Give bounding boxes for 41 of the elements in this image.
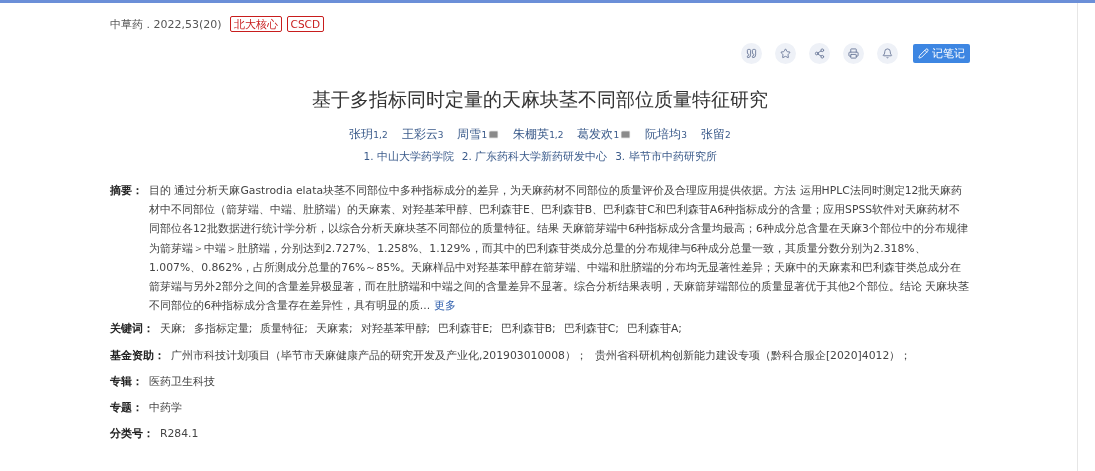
affiliation-link[interactable]: 2. 广东药科大学新药研发中心 [461, 150, 608, 164]
note-button[interactable]: 记笔记 [913, 44, 970, 63]
keyword-link[interactable]: 巴利森苷E; [438, 319, 493, 339]
quote-icon [746, 48, 757, 59]
keyword-link[interactable]: 天麻素; [315, 319, 353, 339]
star-button[interactable] [775, 43, 796, 64]
index-tag: 北大核心 [229, 16, 282, 32]
keyword-link[interactable]: 巴利森苷B; [500, 319, 556, 339]
index-tag: CSCD [286, 16, 324, 32]
field-value: 中药学 [149, 400, 182, 417]
keyword-link[interactable]: 巴利森苷A; [626, 319, 682, 339]
affiliation-link[interactable]: 1. 中山大学药学院 [363, 150, 454, 164]
share-icon [814, 48, 825, 59]
field-value: R284.1 [160, 426, 199, 443]
fund-link[interactable]: 贵州省科研机构创新能力建设专项（黔科合服企[2020]4012）； [594, 346, 912, 366]
journal-source: 中草药 . 2022,53(20) [110, 16, 222, 32]
keywords-label: 关键词： [110, 321, 154, 338]
abstract-text: 目的 通过分析天麻Gastrodia elata块茎不同部位中多种指标成分的差异，为天麻药材不同部位的质量评价及合理应用提供依据。方法 运用HPLC法同时测定12批天麻药材中不同部位（箭芽端、中端、肚脐端）的天麻素、对羟基苯甲醇、巴利森苷E、巴利森苷B、巴利森苷C和巴利森苷A6种指标成分的含量；应用SPSS软件对天麻药材不同部位各12批数据进行统计学分析，以综合分析天麻块茎不同部位的质量特征。结果 天麻箭芽端中6种指标成分含量均最高；6种成分总含量在天麻3个部位中的分布规律为箭芽端＞中端＞肚脐端，分别达到2.727%、1.258%、1.129%，而其中的巴利森苷类成分总量的分布规律与6种成分总量一致，其质量分数分别为2.318%、1.007%、0.862%，占所测成分总量的76%～85%。天麻样品中对羟基苯甲醇在箭芽端、中端和肚脐端的分布均无显著性差异；天麻中的天麻素和巴利森苷类总成分在箭芽端与另外2部分之间的含量差异极显著，而在肚脐端和中端之间的含量差异不显著。综合分析结果表明，天麻箭芽端部位的质量显著优于其他2个部位。结论 天麻块茎不同部位的6种指标成分含量存在差异性，具有明显的质... 更多 [149, 183, 970, 315]
fund-label: 基金资助： [110, 348, 165, 365]
share-button[interactable] [809, 43, 830, 64]
field-label: 分类号： [110, 426, 154, 443]
bell-icon [882, 48, 893, 59]
keyword-link[interactable]: 巴利森苷C; [563, 319, 619, 339]
star-icon [780, 48, 791, 59]
pencil-icon [918, 48, 929, 59]
affiliation-link[interactable]: 3. 毕节市中药研究所 [615, 150, 717, 164]
keyword-link[interactable]: 多指标定量; [193, 319, 253, 339]
field-label: 专题： [110, 400, 143, 417]
keyword-link[interactable]: 质量特征; [260, 319, 308, 339]
article-title: 基于多指标同时定量的天麻块茎不同部位质量特征研究 [311, 87, 769, 112]
keyword-link[interactable]: 对羟基苯甲醇; [360, 319, 431, 339]
print-button[interactable] [843, 43, 864, 64]
keyword-link[interactable]: 天麻; [160, 319, 186, 339]
field-value: 医药卫生科技 [149, 374, 215, 391]
fund-link[interactable]: 广州市科技计划项目（毕节市天麻健康产品的研究开发及产业化,201903010008）； [171, 346, 587, 366]
quote-button[interactable] [741, 43, 762, 64]
more-link[interactable]: 更多 [433, 299, 456, 313]
bell-button[interactable] [877, 43, 898, 64]
abstract-label: 摘要： [110, 183, 143, 199]
print-icon [848, 48, 859, 59]
field-label: 专辑： [110, 374, 143, 391]
